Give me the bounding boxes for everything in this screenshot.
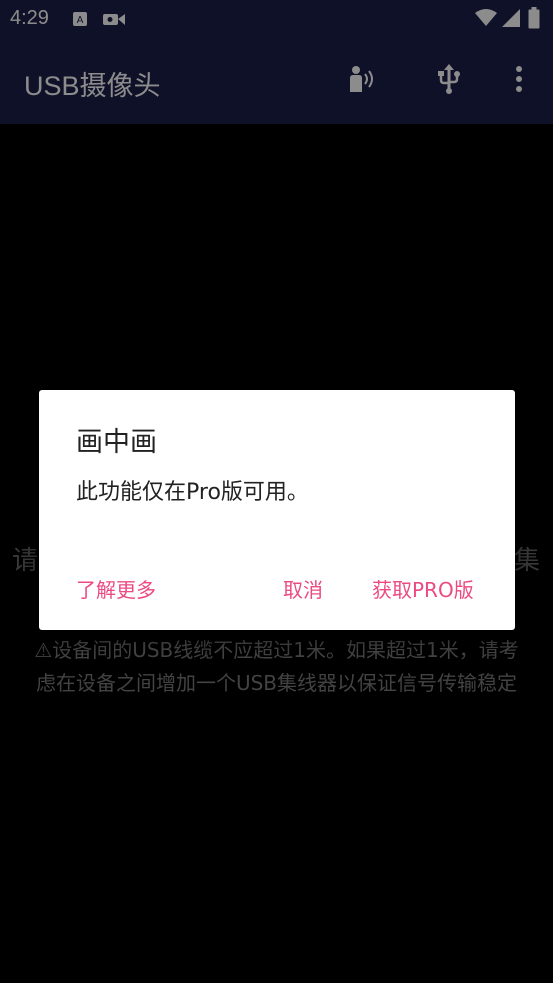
pro-feature-dialog: 画中画 此功能仅在Pro版可用。 了解更多 取消 获取PRO版: [39, 390, 515, 630]
dialog-message: 此功能仅在Pro版可用。: [76, 480, 309, 505]
get-pro-button[interactable]: 获取PRO版: [372, 574, 474, 603]
learn-more-button[interactable]: 了解更多: [76, 574, 156, 603]
dialog-title: 画中画: [76, 427, 157, 458]
cancel-button[interactable]: 取消: [283, 574, 323, 603]
